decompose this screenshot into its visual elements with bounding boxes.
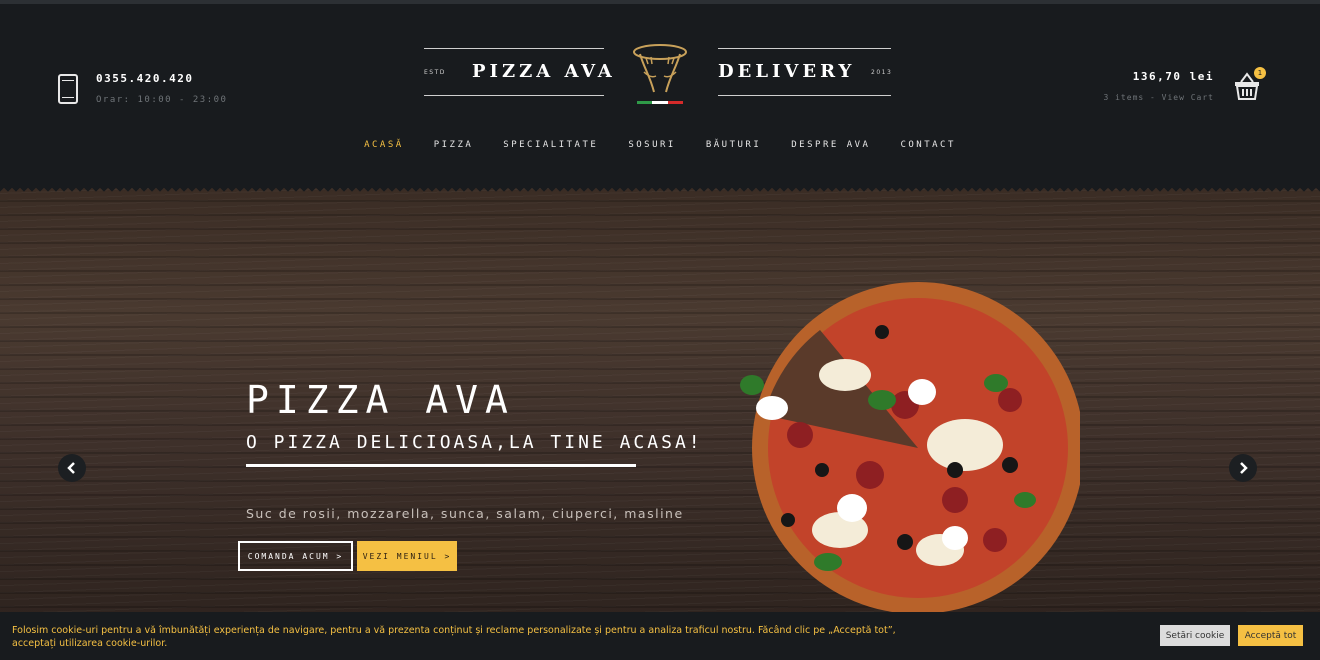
cookie-message: Folosim cookie-uri pentru a vă îmbunătăț… [12,625,896,649]
logo-right-text: DELIVERY [718,61,856,82]
cart-count-badge: 1 [1254,67,1266,79]
nav-item-sosuri[interactable]: SOSURI [628,140,676,150]
logo-left-text: PIZZA AVA [472,61,616,82]
view-cart-link[interactable]: 3 items - View Cart [1103,93,1214,102]
order-now-button[interactable]: COMANDA ACUM > [238,541,353,571]
cookie-settings-button[interactable]: Setări cookie [1160,625,1230,646]
phone-icon [58,73,78,104]
hero-description: Suc de rosii, mozzarella, sunca, salam, … [246,506,684,521]
hero-divider [246,464,636,467]
cart-total: 136,70 lei [1132,70,1214,83]
hero-subtitle: O PIZZA DELICIOASA,LA TINE ACASA! [246,432,703,453]
site-logo[interactable]: ESTD PIZZA AVA DELIVERY 2013 [424,40,891,110]
mini-cart[interactable]: 136,70 lei 3 items - View Cart 1 [1103,67,1266,102]
logo-hands-icon [633,44,687,93]
slider-next-button[interactable] [1229,454,1257,482]
view-menu-button[interactable]: VEZI MENIUL > [357,541,457,571]
hero-title: PIZZA AVA [246,378,515,422]
nav-item-contact[interactable]: CONTACT [900,140,955,150]
nav-item-acasa[interactable]: ACASĂ [364,140,404,150]
italian-flag-stripe [637,101,683,104]
opening-hours: Orar: 10:00 - 23:00 [96,95,228,105]
phone-number[interactable]: 0355.420.420 [96,72,227,85]
chevron-left-icon [67,462,75,474]
nav-item-bauturi[interactable]: BĂUTURI [706,140,761,150]
logo-est-right: 2013 [871,69,893,76]
nav-item-despre-ava[interactable]: DESPRE AVA [791,140,870,150]
slider-prev-button[interactable] [58,454,86,482]
pizza-image [740,282,1080,614]
cookie-banner: Folosim cookie-uri pentru a vă îmbunătăț… [0,612,1320,660]
main-nav: ACASĂ PIZZA SPECIALITATE SOSURI BĂUTURI … [0,140,1320,150]
phone-contact[interactable]: 0355.420.420 Orar: 10:00 - 23:00 [58,72,227,105]
hero-slider: PIZZA AVA O PIZZA DELICIOASA,LA TINE ACA… [0,186,1320,616]
logo-est-left: ESTD [424,69,446,76]
nav-item-pizza[interactable]: PIZZA [434,140,474,150]
site-header: 0355.420.420 Orar: 10:00 - 23:00 ESTD PI… [0,4,1320,190]
chevron-right-icon [1240,462,1248,474]
nav-item-specialitate[interactable]: SPECIALITATE [503,140,598,150]
zigzag-divider [0,186,1320,194]
cookie-accept-button[interactable]: Acceptă tot [1238,625,1303,646]
basket-button[interactable]: 1 [1234,67,1266,100]
